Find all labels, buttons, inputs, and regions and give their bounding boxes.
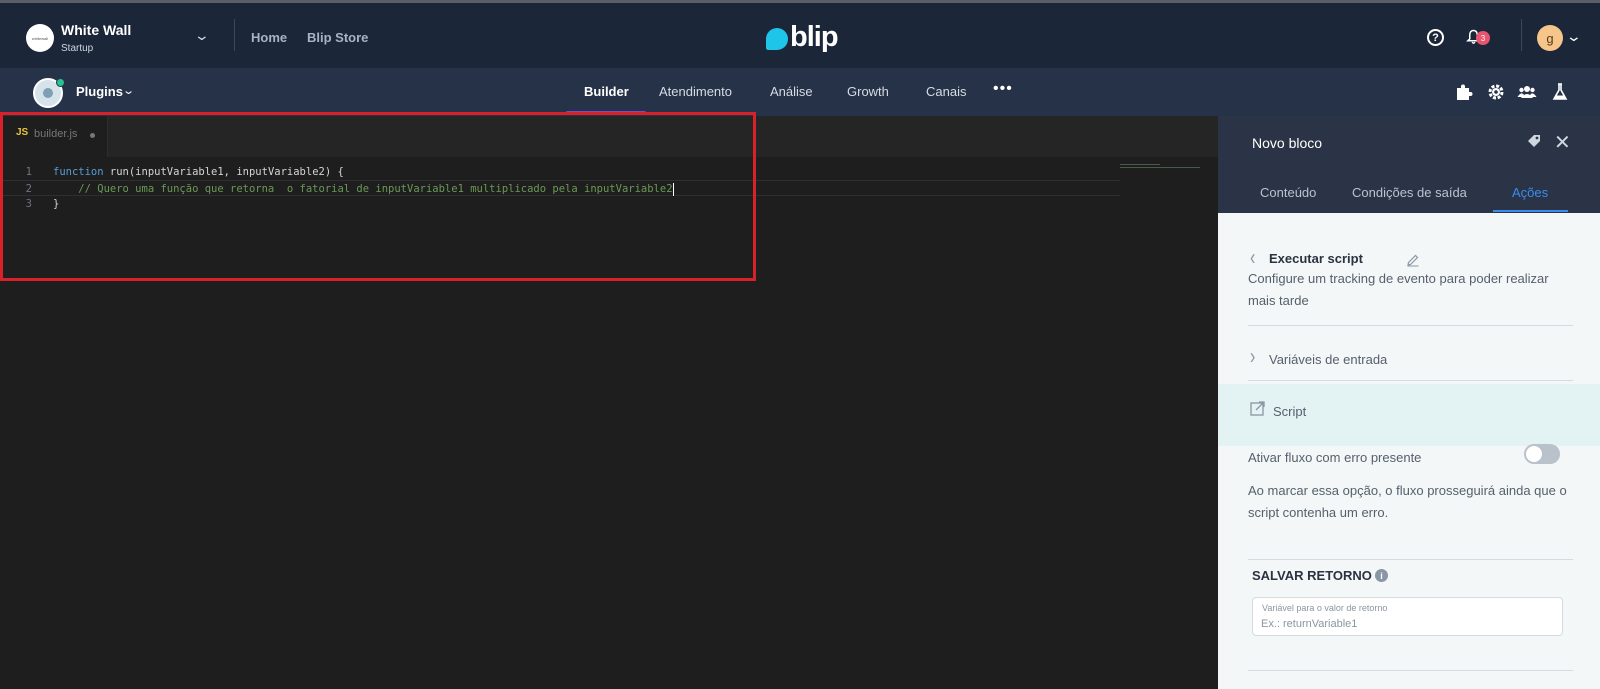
open-external-icon[interactable] [1250,401,1265,416]
chevron-down-icon[interactable]: ⌄ [122,84,135,97]
toggle-knob [1526,446,1542,462]
more-menu-icon[interactable]: ••• [993,80,1013,98]
section-divider [1248,670,1573,671]
input-variables-toggle[interactable]: Variáveis de entrada [1269,352,1387,367]
workspace-logo[interactable]: whitewall [26,24,54,52]
error-flow-description: Ao marcar essa opção, o fluxo prosseguir… [1248,483,1567,520]
bot-selector[interactable]: Plugins [76,84,123,99]
puzzle-icon[interactable] [1454,82,1474,102]
tab-conteudo[interactable]: Conteúdo [1260,185,1316,200]
action-description: Configure um tracking de evento para pod… [1248,271,1549,308]
chevron-down-icon[interactable]: ⌄ [1566,28,1582,45]
tab-builder[interactable]: Builder [584,84,629,99]
tab-canais[interactable]: Canais [926,84,966,99]
block-title[interactable]: Novo bloco [1252,135,1322,151]
header-divider [234,19,235,51]
users-icon[interactable] [1517,82,1537,102]
section-divider [1248,325,1573,326]
workspace-name[interactable]: White Wall [61,22,131,38]
active-tab-indicator [1493,210,1568,212]
tab-atendimento[interactable]: Atendimento [659,84,732,99]
return-variable-field[interactable]: Variável para o valor de retorno [1252,597,1563,636]
workspace-plan: Startup [61,43,94,54]
speech-bubble-icon [766,28,788,50]
section-divider [1248,380,1573,381]
tab-growth[interactable]: Growth [847,84,889,99]
online-status-dot [56,78,65,87]
flask-icon[interactable] [1550,82,1570,102]
action-title: Executar script [1269,251,1363,266]
error-flow-label: Ativar fluxo com erro presente [1248,450,1422,465]
panel-header: Novo bloco ✕ Conteúdo Condições de saída… [1218,116,1600,213]
return-variable-input[interactable] [1261,616,1551,632]
return-variable-label: Variável para o valor de retorno [1262,603,1388,613]
brand-name: blip [790,20,839,53]
minimap-line [1120,164,1160,165]
pencil-icon[interactable] [1406,253,1420,267]
minimap-line [1120,167,1200,168]
chevron-right-icon[interactable]: › [1250,345,1255,370]
script-link[interactable]: Script [1273,404,1306,419]
tab-condicoes-de-saida[interactable]: Condições de saída [1352,185,1467,200]
tag-icon[interactable] [1526,133,1542,149]
block-properties-panel: Novo bloco ✕ Conteúdo Condições de saída… [1218,116,1600,689]
top-header: whitewall White Wall Startup ⌄ Home Blip… [0,0,1600,68]
save-return-title: SALVAR RETORNO [1252,568,1372,583]
tab-acoes[interactable]: Ações [1512,185,1548,200]
close-icon[interactable]: ✕ [1554,130,1571,155]
user-avatar[interactable]: g [1537,25,1563,51]
bot-navbar: Plugins ⌄ Builder Atendimento Análise Gr… [0,68,1600,116]
highlight-box [0,112,756,281]
editor-minimap[interactable] [1120,164,1200,172]
home-link[interactable]: Home [251,30,287,45]
info-icon[interactable]: i [1375,569,1388,582]
blip-store-link[interactable]: Blip Store [307,30,368,45]
chevron-down-icon[interactable]: ⌄ [194,27,210,44]
gear-icon[interactable] [1486,82,1506,102]
tab-analise[interactable]: Análise [770,84,813,99]
brand-logo[interactable]: blip [766,20,839,53]
section-divider [1248,559,1573,560]
help-icon[interactable]: ? [1427,29,1444,46]
notification-badge: 3 [1476,31,1490,45]
error-flow-toggle[interactable] [1524,444,1560,464]
header-divider [1521,19,1522,51]
